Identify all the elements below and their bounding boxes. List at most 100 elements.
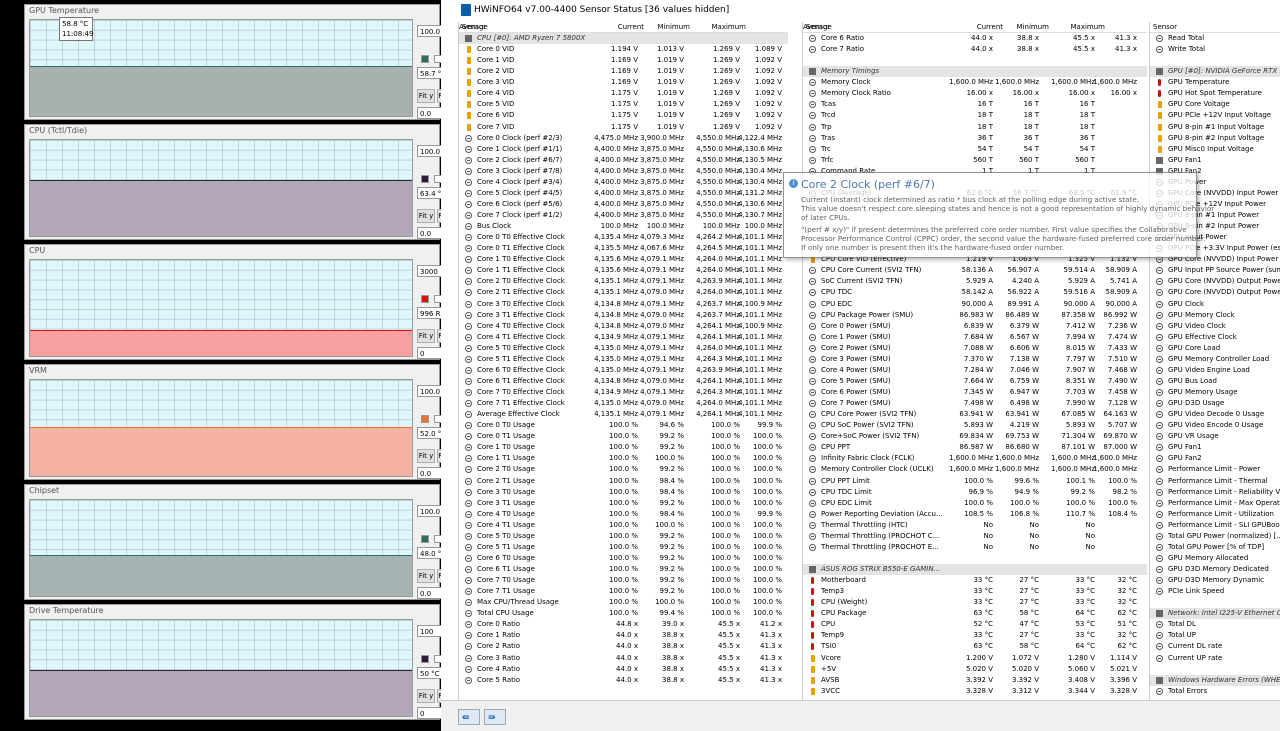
fit-y-button[interactable]: Fit y xyxy=(417,89,435,103)
sensor-row[interactable]: Core 7 Ratio 44.0 x 38.8 x 45.5 x 41.3 x xyxy=(803,44,1147,55)
column-header-average[interactable]: Average xyxy=(803,23,832,31)
sensor-row[interactable]: GPU Clock xyxy=(1150,299,1280,310)
sensor-row[interactable]: Core 1 T1 Effective Clock 4,135.6 MHz 4,07… xyxy=(459,265,788,276)
sensor-row[interactable]: Core 0 T0 Usage 100.0 % 94.6 % 100.0 % 99.9 … xyxy=(459,420,788,431)
column-header-current[interactable]: Current xyxy=(618,23,644,31)
sensor-row[interactable]: Core 1 VID 1.169 V 1.019 V 1.269 V 1.092 V xyxy=(459,55,788,66)
sensor-row[interactable]: Performance Limit - Reliability V... xyxy=(1150,487,1280,498)
sensor-row[interactable]: CPU Package Power (SMU) 86.983 W 86.489 W 8… xyxy=(803,310,1147,321)
sensor-row[interactable]: Core 4 T1 Usage 100.0 % 100.0 % 100.0 % 100.… xyxy=(459,520,788,531)
sensor-row[interactable]: Core 2 Power (SMU) 7.088 W 6.606 W 8.015 W 7… xyxy=(803,343,1147,354)
sensor-row[interactable]: Core 7 T0 Usage 100.0 % 99.2 % 100.0 % 100.0… xyxy=(459,575,788,586)
graph-plot[interactable] xyxy=(29,259,413,357)
sensor-row[interactable]: Core 1 T0 Effective Clock 4,135.6 MHz 4,07… xyxy=(459,254,788,265)
sensor-row[interactable]: Core 5 Ratio 44.0 x 38.8 x 45.5 x 41.3 x xyxy=(459,675,788,686)
sensor-row[interactable]: Core 6 T0 Usage 100.0 % 99.2 % 100.0 % 100.0… xyxy=(459,553,788,564)
sensor-row[interactable]: Core 0 VID 1.194 V 1.013 V 1.269 V 1.089 V xyxy=(459,44,788,55)
graph-window[interactable]: Chipset100.048.0 °CFit yReset0.0 xyxy=(24,484,460,600)
sensor-row[interactable]: Vcore 1.200 V 1.072 V 1.280 V 1.114 V xyxy=(803,653,1147,664)
column-header-average[interactable]: Average xyxy=(459,23,488,31)
sensor-row[interactable]: Core 3 T0 Usage 100.0 % 98.4 % 100.0 % 100.0… xyxy=(459,487,788,498)
sensor-row[interactable]: Trc 54 T 54 T 54 T xyxy=(803,144,1147,155)
sensor-row[interactable]: Motherboard 33 °C 27 °C 33 °C 32 °C xyxy=(803,575,1147,586)
sensor-row[interactable]: Temp9 33 °C 27 °C 33 °C 32 °C xyxy=(803,630,1147,641)
sensor-row[interactable]: Performance Limit - SLI GPUBoo... xyxy=(1150,520,1280,531)
sensor-row[interactable]: Core 7 VID 1.175 V 1.019 V 1.269 V 1.092 V xyxy=(459,122,788,133)
column-header-minimum[interactable]: Minimum xyxy=(1017,23,1049,31)
fit-y-button[interactable]: Fit y xyxy=(417,449,435,463)
sensor-row[interactable]: Thermal Throttling (PROCHOT C... No No No xyxy=(803,531,1147,542)
sensor-row[interactable]: Core 4 VID 1.175 V 1.019 V 1.269 V 1.092 V xyxy=(459,88,788,99)
sensor-row[interactable]: Core 6 Ratio 44.0 x 38.8 x 45.5 x 41.3 x xyxy=(803,33,1147,44)
sensor-row[interactable]: CPU PPT Limit 100.0 % 99.6 % 100.1 % 100.0 % xyxy=(803,476,1147,487)
sensor-row[interactable]: Core 0 T1 Usage 100.0 % 99.2 % 100.0 % 100.0… xyxy=(459,431,788,442)
sensor-row[interactable]: GPU Input PP Source Power (sum) xyxy=(1150,265,1280,276)
sensor-group-header[interactable]: Network: Intel I225-V Ethernet C... xyxy=(1150,608,1280,620)
sensor-group-header[interactable]: Windows Hardware Errors (WHE... xyxy=(1150,674,1280,686)
sensor-row[interactable]: GPU VR Usage xyxy=(1150,431,1280,442)
sensor-row[interactable]: Core 0 Power (SMU) 6.839 W 6.379 W 7.412 W 7… xyxy=(803,321,1147,332)
sensor-row[interactable]: Core 2 T1 Usage 100.0 % 98.4 % 100.0 % 100.0… xyxy=(459,476,788,487)
graph-window[interactable]: VRM100.052.0 °CFit yReset0.0 xyxy=(24,364,460,480)
sensor-row[interactable]: CPU (Weight) 33 °C 27 °C 33 °C 32 °C xyxy=(803,597,1147,608)
sensor-row[interactable]: GPU Memory Allocated xyxy=(1150,553,1280,564)
sensor-row[interactable]: GPU Memory Controller Load xyxy=(1150,354,1280,365)
sensor-group-header[interactable]: Memory Timings xyxy=(803,66,1147,78)
sensor-row[interactable]: Total GPU Power [% of TDP] xyxy=(1150,542,1280,553)
sensor-row[interactable]: Core 7 T0 Effective Clock 4,134.9 MHz 4,07… xyxy=(459,387,788,398)
sensor-row[interactable]: CPU SoC Power (SVI2 TFN) 5.893 W 4.219 W 5.… xyxy=(803,420,1147,431)
sensor-row[interactable]: Core 0 Clock (perf #2/3) 4,475.0 MHz 3,900… xyxy=(459,133,788,144)
sensor-row[interactable]: GPU Core Voltage xyxy=(1150,99,1280,110)
sensor-row[interactable]: Average Effective Clock 4,135.1 MHz 4,079.… xyxy=(459,409,788,420)
column-header-maximum[interactable]: Maximum xyxy=(1071,23,1106,31)
sensor-row[interactable]: GPU Video Encode 0 Usage xyxy=(1150,420,1280,431)
sensor-row[interactable]: Core 6 Clock (perf #5/6) 4,400.0 MHz 3,875… xyxy=(459,199,788,210)
sensor-row[interactable]: Memory Clock Ratio 16.00 x 16.00 x 16.00 x 1… xyxy=(803,88,1147,99)
sensor-row[interactable]: Core 6 T1 Usage 100.0 % 99.2 % 100.0 % 100.0… xyxy=(459,564,788,575)
sensor-row[interactable]: Core 2 Ratio 44.0 x 38.8 x 45.5 x 41.3 x xyxy=(459,641,788,652)
sensor-row[interactable]: Core 1 Clock (perf #1/1) 4,400.0 MHz 3,875… xyxy=(459,144,788,155)
sensor-row[interactable]: GPU Video Engine Load xyxy=(1150,365,1280,376)
sensor-row[interactable]: Core 3 Power (SMU) 7.370 W 7.138 W 7.797 W 7… xyxy=(803,354,1147,365)
sensor-row[interactable]: GPU Hot Spot Temperature xyxy=(1150,88,1280,99)
sensor-row[interactable]: GPU PCIe +12V Input Voltage xyxy=(1150,110,1280,121)
sensor-pane-2[interactable]: Sensor Current Minimum Maximum Average Core 6… xyxy=(802,22,1147,700)
sensor-row[interactable]: Core 1 T1 Usage 100.0 % 100.0 % 100.0 % 100.… xyxy=(459,453,788,464)
sensor-row[interactable]: Tras 36 T 36 T 36 T xyxy=(803,133,1147,144)
sensor-row[interactable]: Core 3 Ratio 44.0 x 38.8 x 45.5 x 41.3 x xyxy=(459,653,788,664)
sensor-row[interactable]: Core 2 T1 Effective Clock 4,135.1 MHz 4,07… xyxy=(459,287,788,298)
graph-window[interactable]: CPU (Tctl/Tdie)100.063.4 °CFit yReset0.0 xyxy=(24,124,460,240)
sensor-row[interactable]: CPU 52 °C 47 °C 53 °C 51 °C xyxy=(803,619,1147,630)
sensor-row[interactable]: GPU Memory Usage xyxy=(1150,387,1280,398)
graph-window[interactable]: GPU Temperature100.058.7 °CFit yReset0.0… xyxy=(24,4,460,120)
forward-button[interactable]: ⇛ xyxy=(484,709,506,725)
sensor-row[interactable]: GPU 8-pin #2 Input Voltage xyxy=(1150,133,1280,144)
sensor-pane-3[interactable]: Sensor Read Total Write Total GPU [#0]: NVI… xyxy=(1149,22,1280,700)
sensor-row[interactable]: GPU Fan1 xyxy=(1150,155,1280,166)
sensor-row[interactable]: Core 2 T0 Usage 100.0 % 99.2 % 100.0 % 100.0… xyxy=(459,464,788,475)
sensor-row[interactable]: GPU 8-pin #1 Input Voltage xyxy=(1150,122,1280,133)
sensor-row[interactable]: TSI0 63 °C 58 °C 64 °C 62 °C xyxy=(803,641,1147,652)
sensor-row[interactable]: Core 5 T1 Usage 100.0 % 99.2 % 100.0 % 100.0… xyxy=(459,542,788,553)
sensor-row[interactable]: Power Reporting Deviation (Accu... 108.5 … xyxy=(803,509,1147,520)
graph-color-swatch[interactable] xyxy=(421,535,429,543)
sensor-row[interactable]: Core 6 Power (SMU) 7.345 W 6.947 W 7.703 W 7… xyxy=(803,387,1147,398)
sensor-row[interactable]: GPU D3D Memory Dynamic xyxy=(1150,575,1280,586)
sensor-row[interactable]: SoC Current (SVI2 TFN) 5.929 A 4.240 A 5.92… xyxy=(803,276,1147,287)
graph-color-swatch[interactable] xyxy=(421,415,429,423)
sensor-row[interactable]: Core 7 T1 Effective Clock 4,135.0 MHz 4,07… xyxy=(459,398,788,409)
graph-plot[interactable] xyxy=(29,139,413,237)
sensor-pane-1[interactable]: Sensor Current Minimum Maximum Average CPU [#… xyxy=(458,22,788,700)
graph-color-swatch[interactable] xyxy=(421,295,429,303)
graph-color-swatch[interactable] xyxy=(421,175,429,183)
sensor-row[interactable]: GPU Effective Clock xyxy=(1150,332,1280,343)
sensor-row[interactable]: Thermal Throttling (PROCHOT E... No No No xyxy=(803,542,1147,553)
sensor-row[interactable]: Core 6 VID 1.175 V 1.019 V 1.269 V 1.092 V xyxy=(459,110,788,121)
sensor-row[interactable]: Core 1 Power (SMU) 7.684 W 6.567 W 7.994 W 7… xyxy=(803,332,1147,343)
fit-y-button[interactable]: Fit y xyxy=(417,689,435,703)
sensor-row[interactable]: Core 5 VID 1.175 V 1.019 V 1.269 V 1.092 V xyxy=(459,99,788,110)
column-header-sensor[interactable]: Sensor xyxy=(1153,23,1177,31)
graph-color-swatch[interactable] xyxy=(421,55,429,63)
sensor-row[interactable]: CPU TDC 58.142 A 56.922 A 59.516 A 58.909 A xyxy=(803,287,1147,298)
sensor-row[interactable]: GPU Memory Clock xyxy=(1150,310,1280,321)
